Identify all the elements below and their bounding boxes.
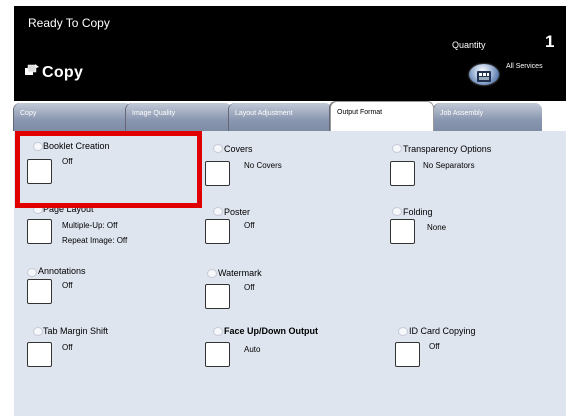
- all-services-button[interactable]: [469, 64, 499, 85]
- id-card-copying-label: ID Card Copying: [409, 326, 476, 336]
- highlight-box: [15, 131, 202, 208]
- poster-label: Poster: [224, 207, 251, 217]
- watermark-indicator: [207, 269, 217, 278]
- face-up-down-output-button[interactable]: [205, 342, 230, 367]
- copy-feature-icon: [24, 63, 40, 77]
- transparency-options-indicator: [392, 144, 402, 153]
- folding-value: None: [427, 223, 447, 232]
- folding-button[interactable]: [390, 219, 415, 244]
- tab-layout-adjustment[interactable]: Layout Adjustment: [229, 103, 332, 131]
- covers-indicator: [213, 144, 223, 153]
- machine-status: Ready To Copy: [28, 16, 110, 30]
- all-services-label: All Services: [506, 63, 543, 70]
- covers-label: Covers: [224, 144, 253, 154]
- page-title: Copy: [42, 64, 84, 81]
- face-up-down-output-indicator: [213, 327, 223, 336]
- page-layout-multiple-up: Multiple-Up: Off: [62, 221, 118, 230]
- face-up-down-output-value: Auto: [244, 345, 261, 354]
- tab-job-assembly[interactable]: Job Assembly: [434, 103, 542, 131]
- transparency-options-button[interactable]: [390, 161, 415, 186]
- annotations-button[interactable]: [27, 279, 52, 304]
- poster-value: Off: [244, 221, 255, 230]
- annotations-value: Off: [62, 281, 73, 290]
- page-layout-repeat-image: Repeat Image: Off: [62, 236, 128, 245]
- id-card-copying-value: Off: [429, 342, 440, 351]
- tab-margin-shift-label: Tab Margin Shift: [43, 326, 109, 336]
- watermark-button[interactable]: [205, 284, 230, 309]
- quantity-value[interactable]: 1: [545, 32, 554, 52]
- header-bar: Ready To Copy Quantity 1 Copy All Servic…: [14, 6, 566, 101]
- tab-image-quality[interactable]: Image Quality: [126, 103, 232, 131]
- face-up-down-output-label: Face Up/Down Output: [224, 326, 318, 336]
- tab-copy[interactable]: Copy: [14, 103, 132, 131]
- id-card-copying-indicator: [398, 327, 408, 336]
- annotations-label: Annotations: [38, 266, 86, 276]
- transparency-options-value: No Separators: [423, 161, 475, 170]
- poster-button[interactable]: [205, 219, 230, 244]
- annotations-indicator: [27, 268, 37, 277]
- watermark-value: Off: [244, 283, 255, 292]
- tab-margin-shift-value: Off: [62, 343, 73, 352]
- all-services-icon: [477, 69, 491, 82]
- poster-indicator: [213, 207, 223, 216]
- folding-indicator: [392, 207, 402, 216]
- transparency-options-label: Transparency Options: [403, 144, 492, 154]
- tab-output-format[interactable]: Output Format: [330, 101, 434, 131]
- covers-value: No Covers: [244, 161, 282, 170]
- folding-label: Folding: [403, 207, 433, 217]
- watermark-label: Watermark: [218, 268, 262, 278]
- tab-margin-shift-button[interactable]: [27, 342, 52, 367]
- quantity-label: Quantity: [452, 40, 486, 50]
- id-card-copying-button[interactable]: [395, 342, 420, 367]
- covers-button[interactable]: [205, 161, 230, 186]
- page-layout-button[interactable]: [27, 219, 52, 244]
- tab-margin-shift-indicator: [33, 327, 43, 336]
